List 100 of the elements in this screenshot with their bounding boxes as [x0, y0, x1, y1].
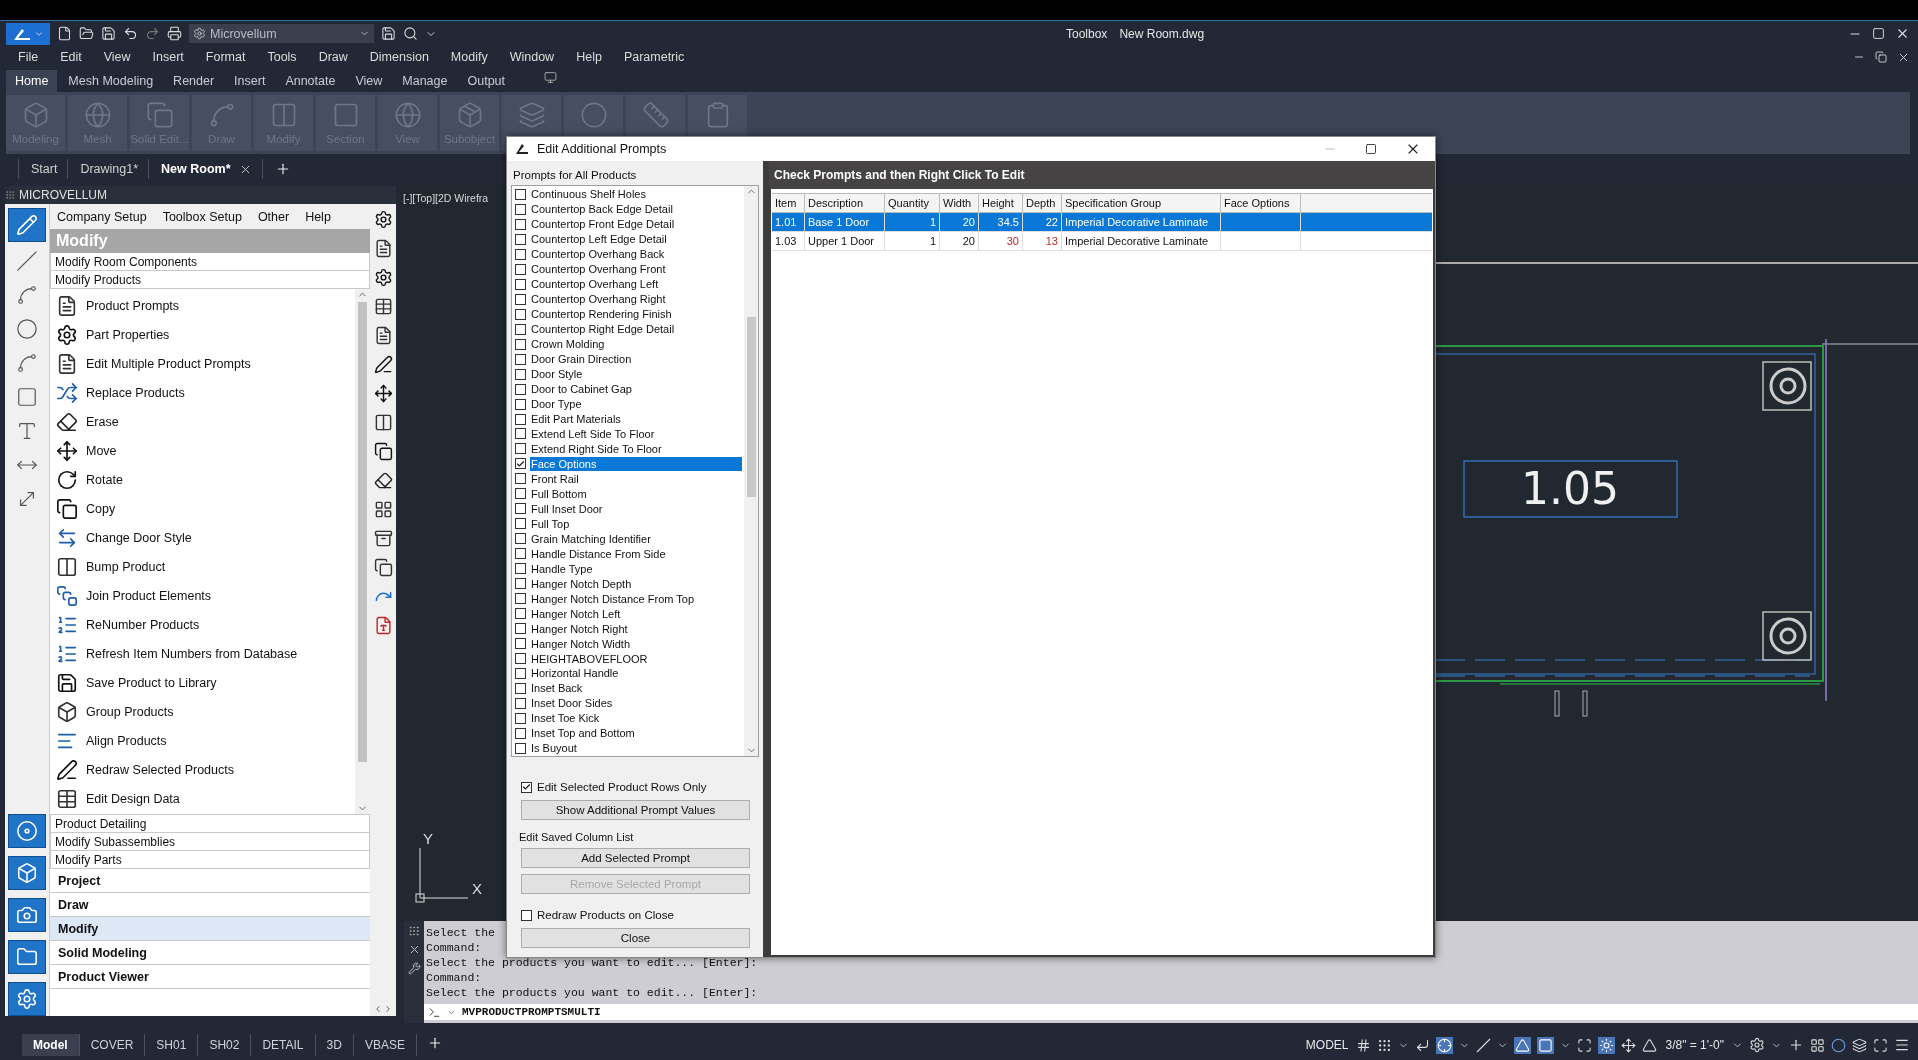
prompt-item[interactable]: Inset Top and Bottom [530, 726, 742, 741]
palette-section[interactable]: Modify Subassemblies [50, 833, 370, 851]
app-menu-button[interactable] [6, 22, 50, 45]
menu-item[interactable]: Modify [439, 50, 499, 64]
layout-icon[interactable] [1810, 1037, 1825, 1053]
gear-icon[interactable] [1749, 1037, 1765, 1053]
preview-icon[interactable] [403, 26, 418, 41]
checkbox[interactable] [515, 233, 526, 245]
prompt-item[interactable]: Grain Matching Identifier [530, 531, 742, 546]
prompt-item[interactable]: Crown Molding [530, 337, 742, 352]
menu-item[interactable]: Draw [307, 50, 359, 64]
prompt-item[interactable]: Hanger Notch Width [530, 636, 742, 651]
maximize-icon[interactable] [1365, 143, 1377, 155]
prompt-item[interactable]: Countertop Overhang Front [530, 262, 742, 277]
checkbox[interactable] [515, 623, 526, 635]
prompt-item[interactable]: Handle Distance From Side [530, 546, 742, 561]
scroll-thumb[interactable] [746, 317, 756, 497]
palette-command[interactable]: Move [86, 443, 117, 458]
palette-command[interactable]: Align Products [86, 733, 167, 748]
file-tab[interactable]: Drawing1* [67, 159, 149, 179]
menu-item[interactable]: View [92, 50, 142, 64]
prompt-item[interactable]: Continuous Shelf Holes [530, 187, 742, 202]
prompt-item[interactable]: Inset Back [530, 681, 742, 696]
column-header[interactable]: Item [772, 194, 805, 212]
grid-icon[interactable] [1356, 1037, 1372, 1053]
print-icon[interactable] [167, 26, 182, 41]
sheet-icon[interactable] [373, 326, 393, 345]
column-header[interactable]: Depth [1023, 194, 1062, 212]
palette-tool[interactable] [8, 898, 46, 932]
checkbox[interactable] [515, 727, 526, 739]
palette-command[interactable]: Part Properties [86, 327, 170, 342]
checkbox[interactable] [515, 278, 526, 290]
checkbox[interactable] [515, 308, 526, 320]
eraser-icon[interactable] [373, 471, 393, 490]
scroll-left-icon[interactable] [373, 1004, 383, 1014]
palette-menu-item[interactable]: Other [257, 209, 290, 224]
show-values-button[interactable]: Show Additional Prompt Values [521, 800, 750, 820]
layout-tab[interactable]: Model [22, 1034, 80, 1056]
palette-command[interactable]: Edit Design Data [86, 791, 180, 806]
prompt-item[interactable]: Handle Type [530, 561, 742, 576]
checkbox[interactable] [515, 398, 526, 410]
layout-tab[interactable]: SH01 [145, 1034, 199, 1056]
prompt-item[interactable]: Edit Part Materials [530, 412, 742, 426]
palette-menu-item[interactable]: Toolbox Setup [162, 209, 242, 224]
rectangle-icon[interactable] [16, 386, 38, 408]
checkbox[interactable] [521, 781, 532, 793]
undo-icon[interactable] [123, 26, 138, 41]
isolate-icon[interactable] [1831, 1037, 1846, 1053]
table-icon[interactable] [373, 297, 393, 316]
checkbox[interactable] [515, 668, 526, 679]
menu-item[interactable]: Parametric [612, 50, 696, 64]
prompt-item[interactable]: Countertop Front Edge Detail [530, 217, 742, 232]
checkbox[interactable] [515, 353, 526, 365]
layout-tab[interactable]: COVER [79, 1034, 146, 1056]
ribbon-tab[interactable]: Annotate [276, 70, 345, 92]
open-folder-icon[interactable] [79, 26, 94, 41]
prompt-item[interactable]: Door to Cabinet Gap [530, 382, 742, 397]
palette-command[interactable]: Rotate [86, 472, 123, 487]
palette-command[interactable]: Group Products [86, 704, 174, 719]
palette-tool[interactable] [8, 814, 46, 848]
pdf-icon[interactable] [373, 616, 393, 635]
prompt-item[interactable]: Inset Door Sides [530, 696, 742, 711]
layout-tab[interactable]: DETAIL [251, 1034, 316, 1056]
save-as-icon[interactable] [381, 26, 396, 41]
plus-icon[interactable] [1788, 1037, 1804, 1053]
palette-tool[interactable] [8, 940, 46, 974]
ribbon-tab[interactable]: Render [164, 70, 224, 92]
checkbox[interactable] [521, 909, 532, 921]
prompt-item[interactable]: Hanger Notch Distance From Top [530, 591, 742, 606]
arc-icon[interactable] [16, 352, 38, 374]
scroll-thumb[interactable] [358, 302, 367, 762]
checkbox[interactable] [515, 428, 526, 440]
checkbox[interactable] [515, 548, 526, 560]
prompt-item[interactable]: Countertop Overhang Right [530, 292, 742, 307]
ribbon-tab[interactable]: Output [458, 70, 514, 92]
palette-menu-item[interactable]: Help [305, 209, 331, 224]
table-row[interactable]: 1.03 Upper 1 Door 1 20 30 13 Imperial Decorative Laminate [772, 232, 1432, 251]
annotation-icon[interactable] [1599, 1037, 1615, 1053]
menu-item[interactable]: Dimension [358, 50, 440, 64]
line-icon[interactable] [16, 250, 38, 272]
object-snap-icon[interactable] [1538, 1037, 1554, 1053]
ribbon-tab[interactable]: Mesh Modeling [59, 70, 163, 92]
checkbox[interactable] [515, 263, 526, 275]
menu-item[interactable]: Window [498, 50, 566, 64]
circle-icon[interactable] [16, 318, 38, 340]
file-tab[interactable]: Start [18, 159, 68, 179]
prompt-item[interactable]: Full Top [530, 516, 742, 531]
table-row[interactable]: 1.01 Base 1 Door 1 20 34.5 22 Imperial Decorative Laminate [772, 213, 1432, 232]
checkbox[interactable] [515, 697, 526, 709]
scrollbar[interactable] [744, 186, 758, 756]
scroll-right-icon[interactable] [383, 1004, 393, 1014]
layout-tab[interactable]: 3D [315, 1034, 354, 1056]
prompt-item[interactable]: Inset Toe Kick [530, 711, 742, 726]
pen-icon[interactable] [373, 355, 393, 374]
prompt-item[interactable]: Countertop Back Edge Detail [530, 202, 742, 217]
prompt-item[interactable]: Countertop Overhang Left [530, 277, 742, 292]
menu-item[interactable]: File [7, 50, 50, 64]
palette-category[interactable]: Modify [50, 917, 370, 941]
menu-item[interactable]: Edit [49, 50, 93, 64]
column-header[interactable]: Description [805, 194, 885, 212]
